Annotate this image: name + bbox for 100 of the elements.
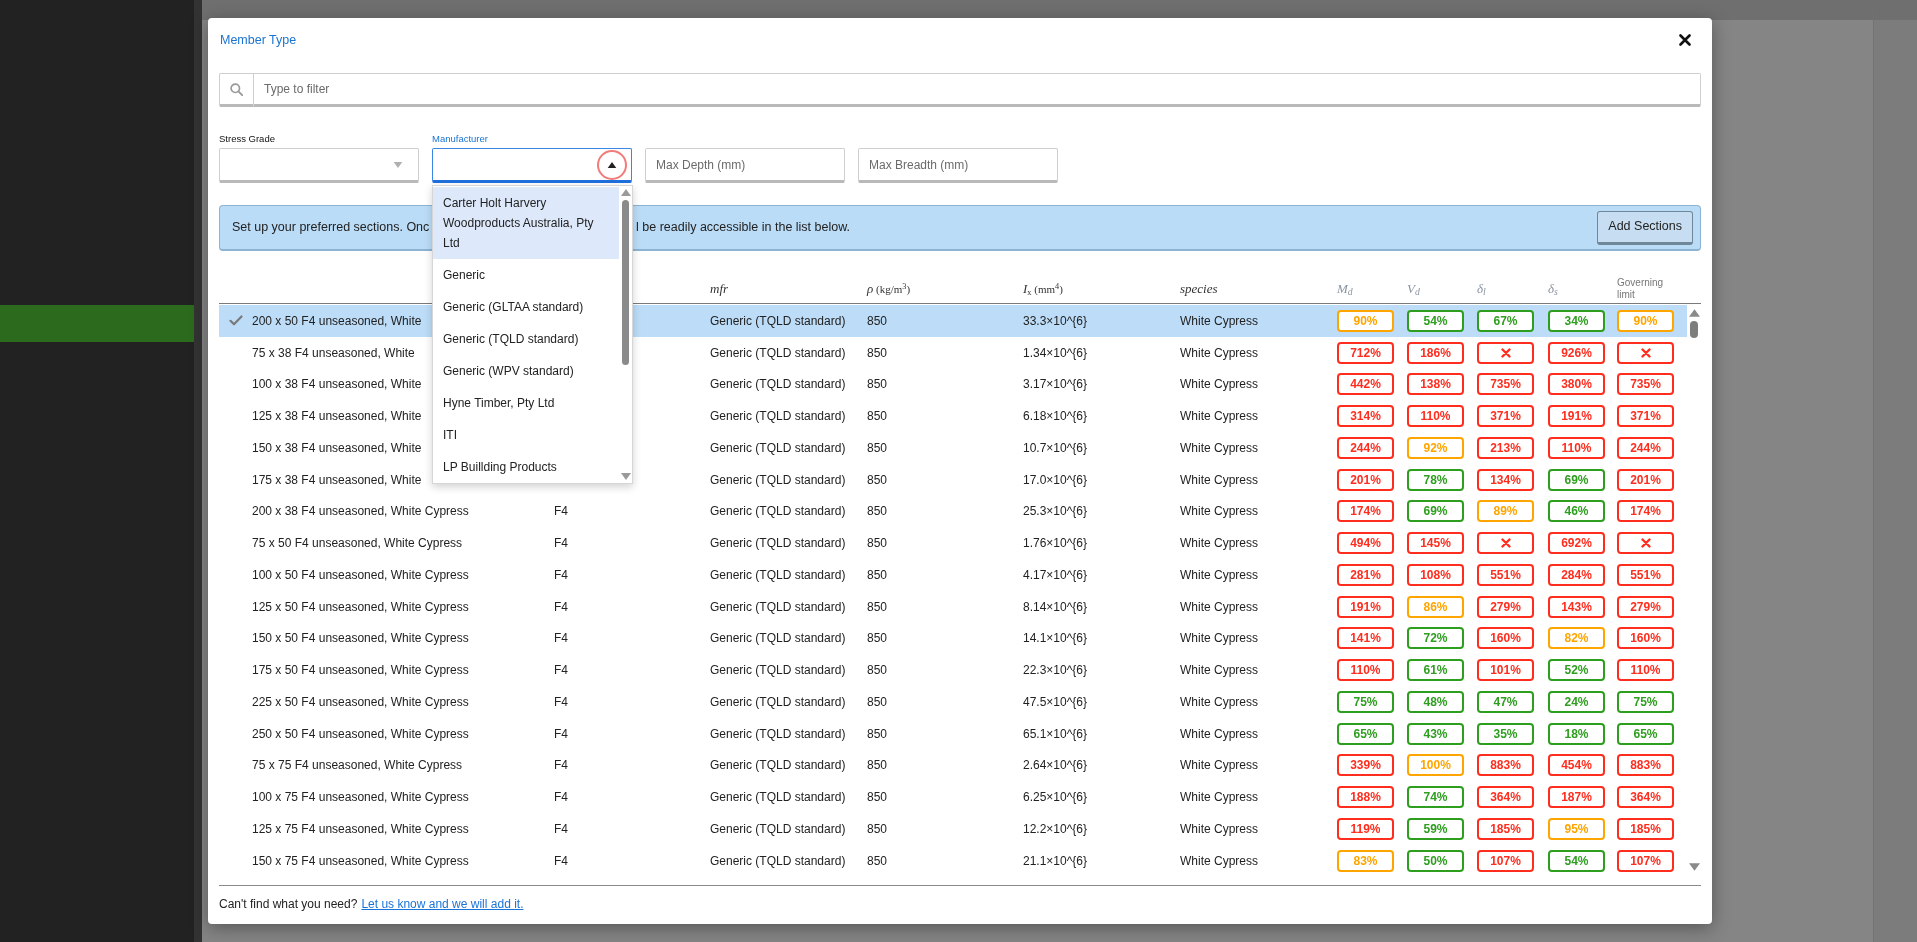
- dropdown-option[interactable]: Carter Holt Harvery Woodproducts Australia, Pty Ltd: [433, 187, 619, 259]
- table-cell-text: F4: [554, 820, 568, 838]
- utilization-badge: 61%: [1407, 659, 1464, 682]
- filter-input[interactable]: Type to filter: [253, 73, 1701, 107]
- table-cell-text: 850: [867, 662, 888, 680]
- table-cell-text: Generic (TQLD standard): [710, 598, 846, 616]
- dropdown-option[interactable]: Generic (TQLD standard): [433, 323, 619, 355]
- utilization-badge: 174%: [1617, 500, 1674, 523]
- table-cell-text: Generic (TQLD standard): [710, 725, 846, 743]
- utilization-badge: 54%: [1407, 309, 1464, 332]
- scroll-down-icon[interactable]: [620, 473, 631, 480]
- add-sections-button[interactable]: Add Sections: [1597, 210, 1693, 245]
- utilization-badge: 494%: [1337, 532, 1394, 555]
- utilization-badge: 107%: [1617, 849, 1674, 872]
- scrollbar-thumb[interactable]: [1690, 321, 1698, 338]
- column-header: species: [1180, 281, 1218, 297]
- utilization-badge: 551%: [1477, 563, 1534, 586]
- utilization-badge: 926%: [1548, 341, 1605, 364]
- table-cell-text: 850: [867, 630, 888, 648]
- table-cell-text: F4: [554, 630, 568, 648]
- table-cell-text: White Cypress: [1180, 852, 1259, 870]
- utilization-badge: 110%: [1617, 659, 1674, 682]
- utilization-badge: 110%: [1548, 436, 1605, 459]
- table-cell-text: 21.1×10^{6}: [1023, 852, 1088, 870]
- select-field[interactable]: [219, 148, 419, 183]
- utilization-badge: 442%: [1337, 373, 1394, 396]
- scroll-up-icon[interactable]: [620, 189, 631, 196]
- dropdown-option[interactable]: Generic (WPV standard): [433, 355, 619, 387]
- dropdown-option[interactable]: LP Buillding Products: [433, 451, 619, 483]
- table-cell-text: 25.3×10^{6}: [1023, 503, 1088, 521]
- utilization-badge: 213%: [1477, 436, 1534, 459]
- dropdown-option[interactable]: Hyne Timber, Pty Ltd: [433, 387, 619, 419]
- table-cell-text: White Cypress: [1180, 566, 1259, 584]
- utilization-badge: 47%: [1477, 690, 1534, 713]
- table-cell-text: 125 x 50 F4 unseasoned, White Cypress: [252, 598, 469, 616]
- utilization-badge: 90%: [1617, 309, 1674, 332]
- scrollbar-thumb[interactable]: [622, 200, 629, 365]
- dropdown-option[interactable]: Generic (GLTAA standard): [433, 291, 619, 323]
- utilization-badge: 92%: [1407, 436, 1464, 459]
- scroll-up-icon[interactable]: [1688, 309, 1700, 317]
- utilization-badge: 134%: [1477, 468, 1534, 491]
- dropdown-option[interactable]: Generic: [433, 259, 619, 291]
- utilization-badge: 883%: [1617, 754, 1674, 777]
- table-cell-text: Generic (TQLD standard): [710, 376, 846, 394]
- table-cell-text: 850: [867, 693, 888, 711]
- utilization-badge: 244%: [1617, 436, 1674, 459]
- text-field[interactable]: Max Depth (mm): [645, 148, 845, 183]
- utilization-badge: 52%: [1548, 659, 1605, 682]
- dropdown-option[interactable]: ITI: [433, 419, 619, 451]
- utilization-badge: 187%: [1548, 786, 1605, 809]
- utilization-badge: 692%: [1548, 532, 1605, 555]
- utilization-badge: 78%: [1407, 468, 1464, 491]
- close-icon: [1679, 34, 1691, 46]
- utilization-badge: 174%: [1337, 500, 1394, 523]
- table-cell-text: 8.14×10^{6}: [1023, 598, 1088, 616]
- scroll-down-icon[interactable]: [1688, 863, 1700, 871]
- table-cell-text: White Cypress: [1180, 535, 1259, 553]
- column-header: mfr: [710, 281, 729, 297]
- check-icon: [228, 315, 243, 327]
- utilization-badge: 185%: [1477, 817, 1534, 840]
- close-button[interactable]: [1678, 33, 1692, 47]
- utilization-badge: 145%: [1407, 532, 1464, 555]
- table-cell-text: 6.25×10^{6}: [1023, 789, 1088, 807]
- table-cell-text: Generic (TQLD standard): [710, 852, 846, 870]
- utilization-badge: 46%: [1548, 500, 1605, 523]
- table-cell-text: F4: [554, 852, 568, 870]
- table-cell-text: 850: [867, 503, 888, 521]
- table-cell-text: 100 x 75 F4 unseasoned, White Cypress: [252, 789, 469, 807]
- utilization-badge: 119%: [1337, 817, 1394, 840]
- table-cell-text: F4: [554, 503, 568, 521]
- utilization-badge: 65%: [1617, 722, 1674, 745]
- table-cell-text: White Cypress: [1180, 630, 1259, 648]
- column-header: V$_{d}$: [1407, 281, 1420, 297]
- utilization-badge: 67%: [1477, 309, 1534, 332]
- utilization-badge: 18%: [1548, 722, 1605, 745]
- table-cell-text: 1.76×10^{6}: [1023, 535, 1088, 553]
- utilization-badge: 339%: [1337, 754, 1394, 777]
- utilization-badge: 43%: [1407, 722, 1464, 745]
- table-cell-text: 200 x 50 F4 unseasoned, White: [252, 312, 422, 330]
- combo-field[interactable]: [432, 148, 632, 183]
- table-cell-text: 850: [867, 820, 888, 838]
- table-cell-text: Generic (TQLD standard): [710, 820, 846, 838]
- feedback-link[interactable]: Let us know and we will add it.: [361, 895, 524, 913]
- utilization-badge: 74%: [1407, 786, 1464, 809]
- table-cell-text: Generic (TQLD standard): [710, 439, 846, 457]
- utilization-badge: 244%: [1337, 436, 1394, 459]
- table-cell-text: White Cypress: [1180, 439, 1259, 457]
- table-cell-text: 10.7×10^{6}: [1023, 439, 1088, 457]
- table-cell-text: F4: [554, 693, 568, 711]
- table-cell-text: 225 x 50 F4 unseasoned, White Cypress: [252, 693, 469, 711]
- table-cell-text: Generic (TQLD standard): [710, 471, 846, 489]
- utilization-badge: 712%: [1337, 341, 1394, 364]
- utilization-badge: 735%: [1477, 373, 1534, 396]
- utilization-badge: 160%: [1617, 627, 1674, 650]
- cross-icon: [1500, 538, 1511, 549]
- utilization-badge: 188%: [1337, 786, 1394, 809]
- table-cell-text: White Cypress: [1180, 503, 1259, 521]
- table-cell-text: 850: [867, 344, 888, 362]
- utilization-badge: 89%: [1477, 500, 1534, 523]
- text-field[interactable]: Max Breadth (mm): [858, 148, 1058, 183]
